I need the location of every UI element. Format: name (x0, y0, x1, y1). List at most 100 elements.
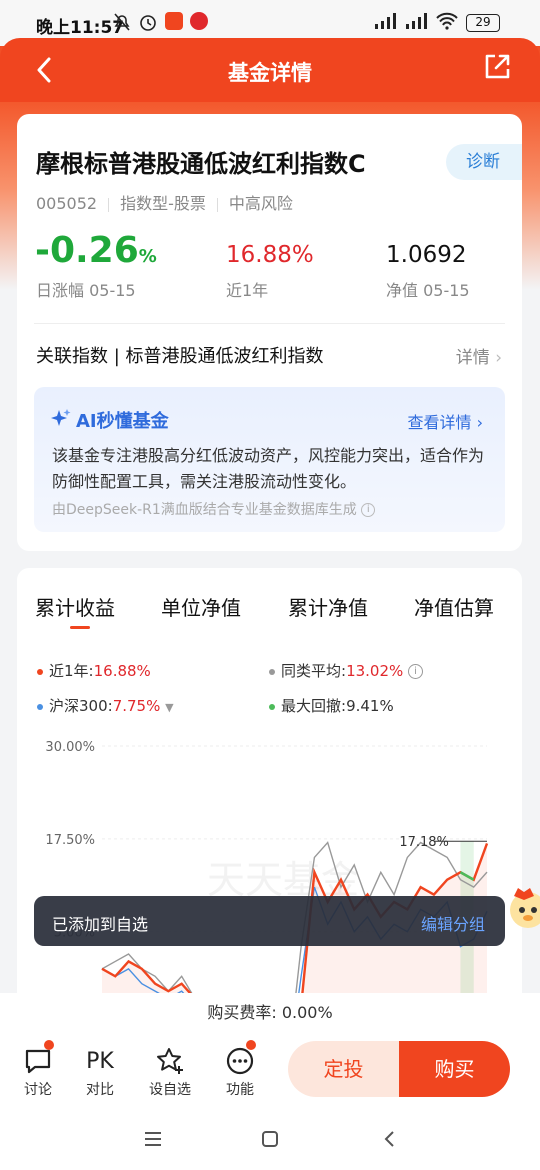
tab-nav-estimate[interactable]: 净值估算 (414, 592, 494, 621)
legend-fund-value: 16.88% (93, 662, 151, 680)
max-annotation: 17.18% (399, 835, 449, 850)
diagnose-button[interactable]: 诊断 (446, 144, 522, 180)
share-button[interactable] (482, 52, 518, 88)
nav-value: 1.0692 (386, 242, 467, 268)
wifi-icon (436, 12, 458, 30)
add-watchlist-button[interactable]: 设自选 (145, 1043, 195, 1099)
legend-fund: 近1年:16.88% (37, 660, 151, 681)
edit-group-link[interactable]: 编辑分组 (421, 911, 485, 935)
add-watchlist-label: 设自选 (149, 1082, 191, 1098)
chat-bubble-icon (25, 1049, 51, 1074)
signal-hd-icon (406, 13, 427, 29)
fund-name: 摩根标普港股通低波红利指数C (36, 150, 366, 178)
daily-change: -0.26% (35, 230, 157, 271)
legend-dot (37, 703, 43, 710)
year-return: 16.88% (226, 242, 314, 268)
fund-summary-card: 摩根标普港股通低波红利指数C 诊断 005052 指数型-股票 中高风险 -0.26… (17, 114, 522, 551)
discuss-button[interactable]: 讨论 (13, 1040, 63, 1099)
notification-dot (44, 1040, 54, 1050)
caret-down-icon: ▼ (165, 701, 174, 714)
y-tick-label: 17.50% (45, 833, 95, 848)
app-notification-icon (165, 12, 183, 30)
fund-type: 指数型-股票 (120, 194, 206, 213)
app-notification-icon-2 (190, 12, 208, 30)
system-nav-bar (0, 1113, 540, 1170)
mascot-float-button[interactable] (506, 880, 540, 936)
ai-summary-more[interactable]: 查看详情 › (408, 409, 484, 433)
pk-icon: PK (86, 1048, 114, 1074)
signal-icon (375, 13, 396, 29)
info-icon[interactable]: i (361, 503, 376, 517)
tab-cumulative-nav[interactable]: 累计净值 (288, 592, 368, 621)
buy-button[interactable]: 购买 (399, 1041, 510, 1097)
active-tab-indicator (70, 626, 90, 629)
alarm-icon (140, 15, 156, 31)
battery-icon: 29 (466, 14, 500, 32)
related-index-more[interactable]: 详情 › (456, 343, 502, 368)
notification-dot (246, 1040, 256, 1050)
fund-meta: 005052 指数型-股票 中高风险 (36, 190, 293, 214)
legend-dot (269, 668, 275, 675)
ai-summary-source-text: 由DeepSeek-R1满血版结合专业基金数据库生成 (52, 502, 357, 518)
auto-invest-button[interactable]: 定投 (288, 1041, 399, 1097)
meta-divider (216, 197, 218, 212)
legend-dot (269, 703, 275, 710)
fund-code: 005052 (36, 194, 98, 213)
chart-tabs: 累计收益 单位净值 累计净值 净值估算 (17, 592, 522, 622)
info-icon[interactable]: i (408, 664, 424, 679)
ai-summary-title: AI秒懂基金 (50, 407, 169, 433)
discuss-label: 讨论 (24, 1082, 52, 1098)
legend-fund-label: 近1年: (49, 662, 94, 680)
legend-drawdown-label: 最大回撤: (281, 697, 347, 715)
menu-icon[interactable] (143, 1129, 163, 1149)
star-plus-icon (157, 1048, 183, 1074)
fund-risk: 中高风险 (228, 194, 293, 213)
year-return-label: 近1年 (226, 281, 269, 300)
return-chart[interactable]: 30.00%17.50%5.00%-7.50%天天基金17.18%-5.39% (17, 728, 522, 1008)
tab-cumulative-return[interactable]: 累计收益 (35, 592, 115, 621)
top-nav: 基金详情 (0, 38, 540, 102)
toast-message: 已添加到自选 (52, 915, 149, 934)
y-tick-label: 30.00% (45, 740, 95, 755)
meta-divider (108, 197, 110, 212)
bottom-action-bar: 讨论 PK 对比 设自选 功能 定投 购买 (0, 1033, 540, 1113)
more-functions-label: 功能 (226, 1082, 254, 1098)
legend-hs300-label: 沪深300: (49, 697, 113, 715)
ai-summary-more-label: 查看详情 (407, 413, 472, 432)
share-icon (485, 54, 510, 79)
compare-label: 对比 (86, 1082, 114, 1098)
legend-hs300[interactable]: 沪深300:7.75% ▼ (37, 695, 174, 716)
chevron-right-icon: › (495, 348, 502, 368)
related-index-more-label: 详情 (455, 348, 490, 368)
nav-value-label: 净值 05-15 (386, 281, 470, 300)
back-icon[interactable] (380, 1129, 400, 1149)
card-divider (34, 323, 505, 324)
legend-hs300-value: 7.75% (112, 697, 161, 715)
sparkle-icon (51, 409, 71, 426)
daily-change-unit: % (138, 246, 157, 267)
ai-summary-title-text: AI秒懂基金 (76, 411, 169, 432)
daily-change-label: 日涨幅 05-15 (36, 281, 136, 300)
ai-summary-source: 由DeepSeek-R1满血版结合专业基金数据库生成 i (52, 499, 376, 519)
bell-off-icon (114, 13, 130, 31)
page-title: 基金详情 (228, 61, 312, 85)
tab-unit-nav[interactable]: 单位净值 (161, 592, 241, 621)
mascot-icon (510, 888, 540, 928)
home-icon[interactable] (260, 1129, 280, 1149)
purchase-fee: 购买费率: 0.00% (0, 993, 540, 1033)
legend-drawdown: 最大回撤:9.41% (269, 695, 394, 716)
legend-dot (37, 668, 43, 675)
compare-button[interactable]: PK 对比 (75, 1043, 125, 1099)
legend-peer: 同类平均:13.02% i (269, 660, 424, 681)
purchase-actions: 定投 购买 (288, 1041, 510, 1097)
ai-summary-text: 该基金专注港股高分红低波动资产，风控能力突出，适合作为防御性配置工具，需关注港股… (52, 446, 485, 491)
toast: 已添加到自选 编辑分组 (34, 896, 505, 946)
status-time: 晚上11:57 (36, 18, 125, 38)
related-index[interactable]: 关联指数 | 标普港股通低波红利指数 (36, 342, 324, 368)
legend-peer-value: 13.02% (346, 662, 404, 680)
ai-summary-box[interactable]: AI秒懂基金 查看详情 › 该基金专注港股高分红低波动资产，风控能力突出，适合作… (34, 387, 505, 532)
more-functions-button[interactable]: 功能 (215, 1040, 265, 1099)
more-dots-icon (226, 1047, 254, 1075)
legend-drawdown-value: 9.41% (346, 697, 394, 715)
legend-peer-label: 同类平均: (281, 662, 347, 680)
